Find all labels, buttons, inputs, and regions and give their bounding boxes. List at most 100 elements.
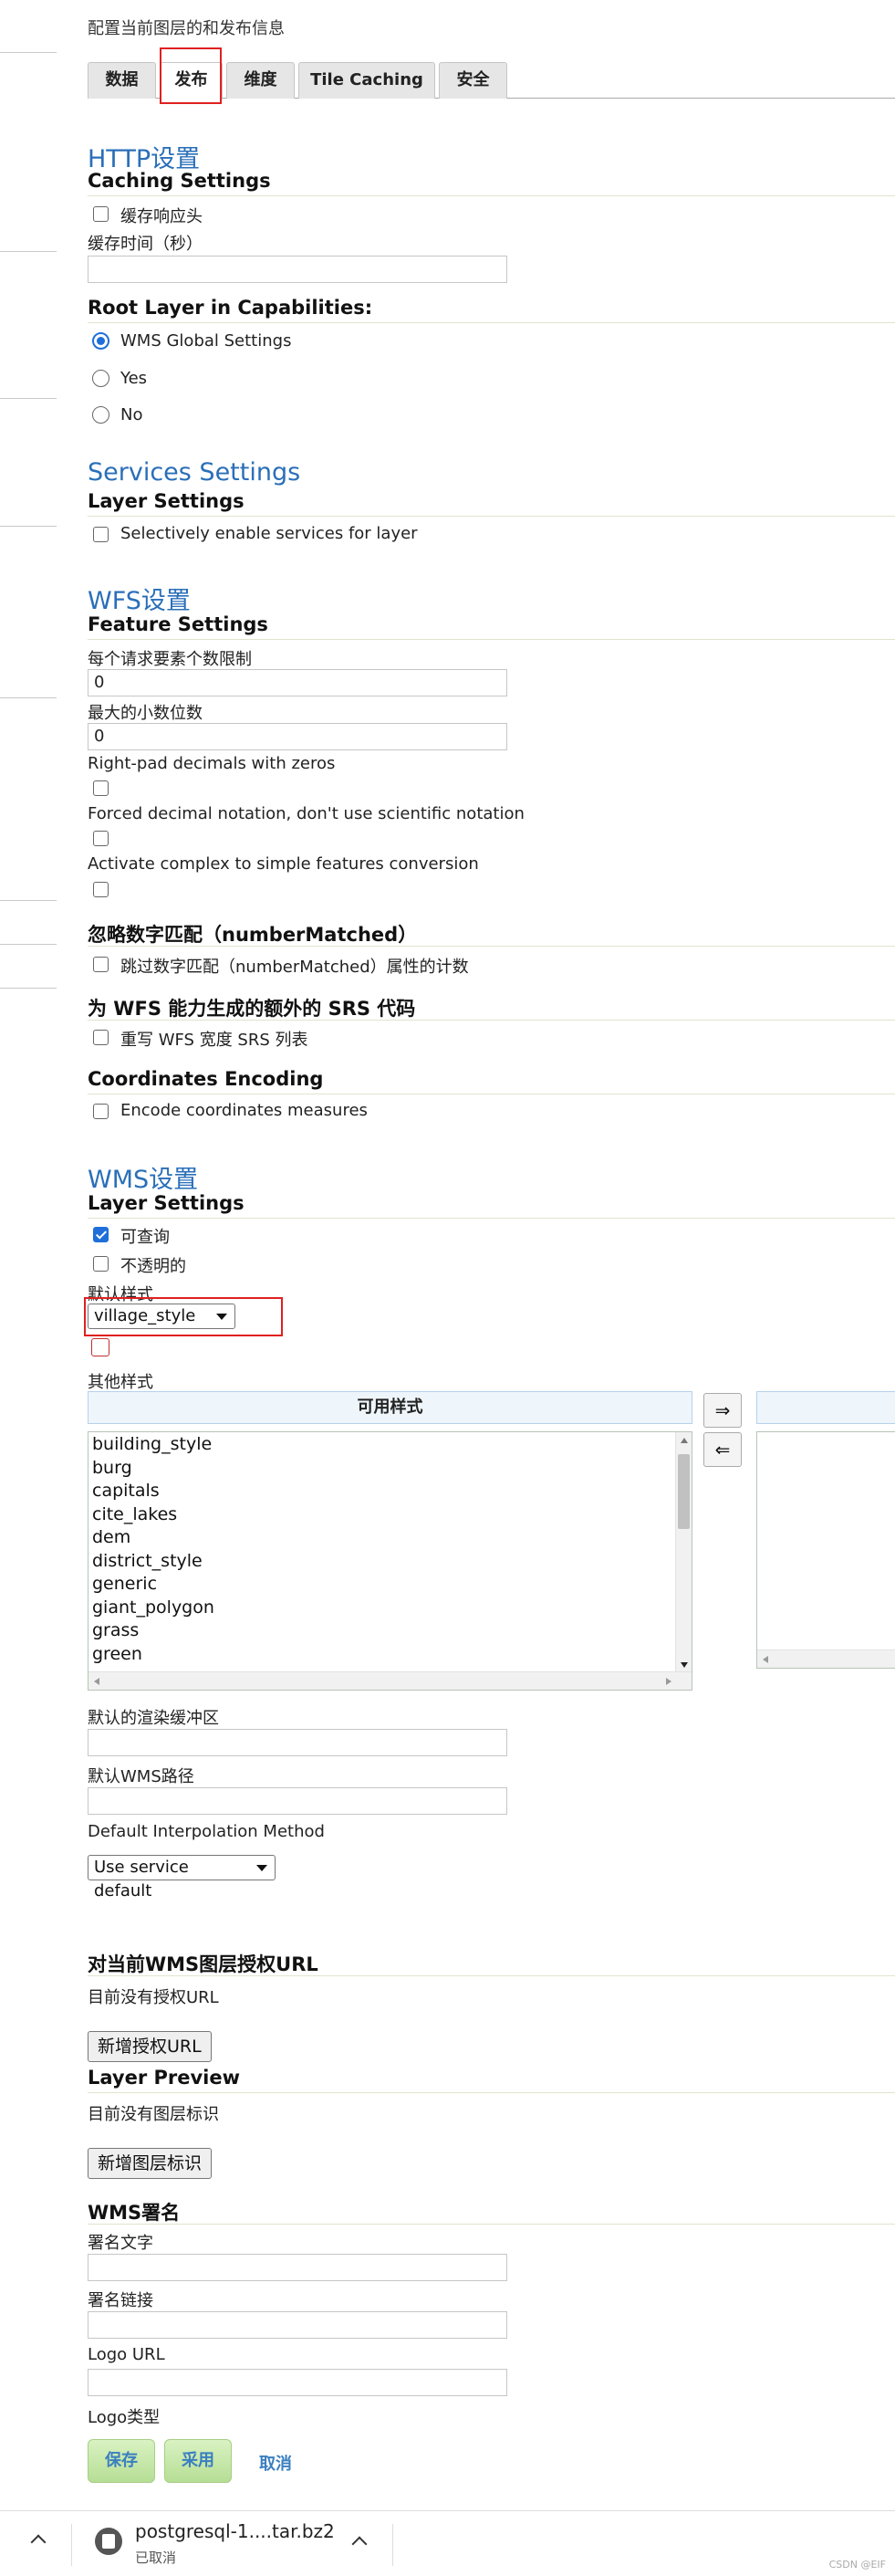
logo-url-label: Logo URL (88, 2345, 165, 2364)
tab-dimensions[interactable]: 维度 (226, 62, 295, 99)
style-option[interactable]: building_style (92, 1434, 212, 1454)
cache-headers-checkbox[interactable] (93, 206, 109, 222)
override-srs-label: 重写 WFS 宽度 SRS 列表 (120, 1031, 308, 1050)
scrollbar-thumb[interactable] (678, 1454, 690, 1529)
save-button[interactable]: 保存 (88, 2439, 155, 2483)
scroll-right-icon[interactable] (666, 1678, 671, 1685)
style-option[interactable]: grass (92, 1620, 139, 1640)
style-option[interactable]: district_style (92, 1551, 203, 1571)
cancel-link[interactable]: 取消 (259, 2451, 292, 2475)
list-scrollbar-horizontal[interactable] (757, 1649, 895, 1668)
add-layer-identifier-button[interactable]: 新增图层标识 (88, 2148, 213, 2179)
root-layer-title: Root Layer in Capabilities: (88, 297, 373, 319)
style-option[interactable]: burg (92, 1458, 132, 1478)
complex-conversion-checkbox[interactable] (93, 882, 109, 897)
root-no-radio[interactable] (92, 406, 109, 424)
scroll-left-icon[interactable] (94, 1678, 99, 1685)
scroll-down-icon[interactable] (681, 1662, 688, 1668)
section-divider (88, 516, 895, 517)
list-scrollbar-horizontal[interactable] (88, 1671, 692, 1690)
section-divider (88, 1218, 895, 1219)
section-divider (88, 2092, 895, 2093)
right-pad-checkbox[interactable] (93, 780, 109, 796)
wms-path-input[interactable] (88, 1787, 507, 1815)
logo-url-input[interactable] (88, 2369, 507, 2396)
max-features-label: 每个请求要素个数限制 (88, 650, 252, 669)
style-option[interactable]: green (92, 1644, 142, 1664)
section-divider (88, 639, 895, 640)
root-yes-radio[interactable] (92, 370, 109, 387)
skip-number-matched-label: 跳过数字匹配（numberMatched）属性的计数 (120, 958, 469, 977)
section-divider (88, 946, 895, 947)
style-option[interactable]: generic (92, 1574, 157, 1594)
scroll-left-icon[interactable] (763, 1656, 768, 1663)
add-auth-url-button[interactable]: 新增授权URL (88, 2031, 212, 2062)
tab-highlight-box (160, 47, 222, 104)
number-matched-title: 忽略数字匹配（numberMatched） (88, 924, 418, 946)
list-scrollbar-vertical[interactable] (675, 1432, 692, 1673)
encode-coordinates-checkbox[interactable] (93, 1104, 109, 1119)
style-option[interactable]: dem (92, 1527, 130, 1547)
wms-layer-settings-title: Layer Settings (88, 1192, 245, 1214)
selective-services-checkbox[interactable] (93, 527, 109, 542)
section-divider (88, 1975, 895, 1976)
download-menu-chevron-icon[interactable] (351, 2536, 368, 2552)
download-item[interactable]: postgresql-1....tar.bz2 已取消 (73, 2511, 392, 2576)
services-section-title: Services Settings (88, 458, 301, 487)
max-features-input[interactable]: 0 (88, 669, 507, 696)
queryable-checkbox[interactable] (93, 1227, 109, 1242)
complex-conversion-label: Activate complex to simple features conv… (88, 854, 479, 874)
download-bar: postgresql-1....tar.bz2 已取消 CSDN @EIF (0, 2510, 895, 2576)
apply-button[interactable]: 采用 (164, 2439, 232, 2483)
add-style-button[interactable]: ⇒ (703, 1393, 742, 1428)
opaque-checkbox[interactable] (93, 1256, 109, 1272)
coordinates-encoding-title: Coordinates Encoding (88, 1068, 324, 1090)
max-decimals-input[interactable]: 0 (88, 723, 507, 750)
root-no-label: No (120, 405, 143, 424)
section-divider (88, 1020, 895, 1021)
other-styles-label: 其他样式 (88, 1373, 153, 1392)
tab-tile-caching[interactable]: Tile Caching (298, 62, 435, 99)
attribution-text-input[interactable] (88, 2254, 507, 2281)
separator (71, 2524, 72, 2566)
style-option[interactable]: cite_lakes (92, 1504, 177, 1524)
available-styles-header: 可用样式 (88, 1391, 692, 1424)
style-option[interactable]: capitals (92, 1481, 160, 1501)
services-layer-settings-title: Layer Settings (88, 490, 245, 512)
feature-settings-title: Feature Settings (88, 613, 268, 635)
default-style-highlight-box (84, 1297, 283, 1336)
sidebar-divider (0, 988, 57, 989)
forced-decimal-checkbox[interactable] (93, 831, 109, 846)
selected-styles-list[interactable] (756, 1431, 895, 1669)
style-checkbox[interactable] (91, 1338, 109, 1356)
cache-time-input[interactable] (88, 256, 507, 283)
remove-style-button[interactable]: ⇐ (703, 1432, 742, 1467)
wms-section-title: WMS设置 (88, 1166, 199, 1194)
cache-time-label: 缓存时间（秒） (88, 235, 203, 254)
root-wms-global-radio[interactable] (92, 332, 109, 350)
interpolation-select[interactable]: Use service default (88, 1855, 276, 1901)
section-divider (88, 322, 895, 323)
render-buffer-label: 默认的渲染缓冲区 (88, 1709, 219, 1728)
interpolation-label: Default Interpolation Method (88, 1822, 325, 1841)
selected-styles-header (756, 1391, 895, 1424)
sidebar-divider (0, 251, 57, 252)
render-buffer-input[interactable] (88, 1729, 507, 1756)
queryable-label: 可查询 (120, 1228, 170, 1247)
attribution-link-input[interactable] (88, 2311, 507, 2339)
available-styles-list[interactable]: building_styleburg capitals cite_lakesdem d… (88, 1431, 692, 1691)
tab-data[interactable]: 数据 (88, 62, 156, 99)
tab-security[interactable]: 安全 (439, 62, 507, 99)
override-srs-checkbox[interactable] (93, 1030, 109, 1045)
cache-headers-label: 缓存响应头 (120, 207, 203, 226)
sidebar-divider (0, 398, 57, 399)
previous-download-chevron-icon[interactable] (30, 2534, 47, 2550)
layer-identifier-empty-text: 目前没有图层标识 (88, 2105, 219, 2124)
auth-url-title: 对当前WMS图层授权URL (88, 1953, 318, 1975)
skip-number-matched-checkbox[interactable] (93, 957, 109, 972)
sidebar-divider (0, 52, 57, 53)
style-option[interactable]: giant_polygon (92, 1597, 214, 1618)
extra-srs-title: 为 WFS 能力生成的额外的 SRS 代码 (88, 998, 416, 1020)
scroll-up-icon[interactable] (681, 1438, 688, 1443)
encode-coordinates-label: Encode coordinates measures (120, 1101, 368, 1120)
